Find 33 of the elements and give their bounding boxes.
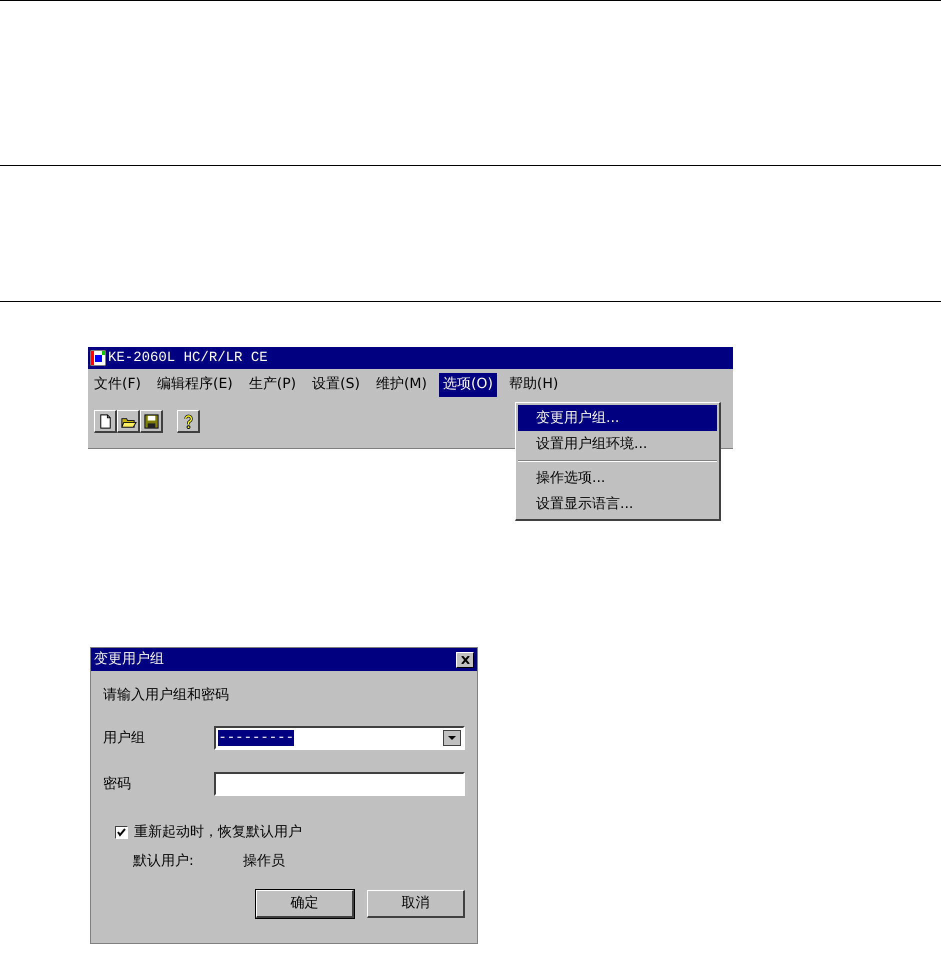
app-icon xyxy=(90,350,106,366)
menu-item[interactable]: 设置(S) xyxy=(308,372,364,396)
field-value: --------- xyxy=(218,730,294,746)
default-user-label: 默认用户: xyxy=(133,852,195,871)
dialog-button[interactable]: 取消 xyxy=(367,890,465,918)
menu-item[interactable]: 编辑程序(E) xyxy=(152,372,237,396)
check-icon xyxy=(117,828,126,837)
menu-item[interactable]: 生产(P) xyxy=(244,372,300,396)
dropdown-item[interactable]: 设置用户组环境... xyxy=(518,431,717,457)
window-title: KE-2060L HC/R/LR CE xyxy=(108,348,268,368)
menu-item[interactable]: 维护(M) xyxy=(372,372,431,396)
close-button[interactable] xyxy=(456,652,474,668)
checkbox[interactable] xyxy=(115,826,128,839)
field-label: 密码 xyxy=(103,774,132,794)
dialog-button[interactable]: 确定 xyxy=(256,890,354,918)
prompt-text: 请输入用户组和密码 xyxy=(103,686,230,705)
menu-item[interactable]: 帮助(H) xyxy=(504,372,562,396)
dropdown-item[interactable]: 操作选项... xyxy=(518,465,717,491)
dialog-title: 变更用户组 xyxy=(94,650,164,669)
toolbar-button[interactable] xyxy=(177,410,200,433)
field-label: 用户组 xyxy=(103,728,146,748)
toolbar-button[interactable] xyxy=(140,410,163,433)
dropdown-item[interactable]: 设置显示语言... xyxy=(518,491,717,517)
menu-item[interactable]: 选项(O) xyxy=(438,372,497,396)
toolbar-button[interactable] xyxy=(94,410,117,433)
dropdown-field[interactable]: --------- xyxy=(214,726,465,750)
close-icon xyxy=(460,656,470,664)
password-field[interactable] xyxy=(214,772,465,796)
toolbar-button[interactable] xyxy=(117,410,140,433)
checkbox-label: 重新起动时，恢复默认用户 xyxy=(134,823,302,842)
menu-item[interactable]: 文件(F) xyxy=(90,372,145,396)
default-user-value: 操作员 xyxy=(243,852,285,871)
dropdown-item[interactable]: 变更用户组... xyxy=(518,405,717,431)
